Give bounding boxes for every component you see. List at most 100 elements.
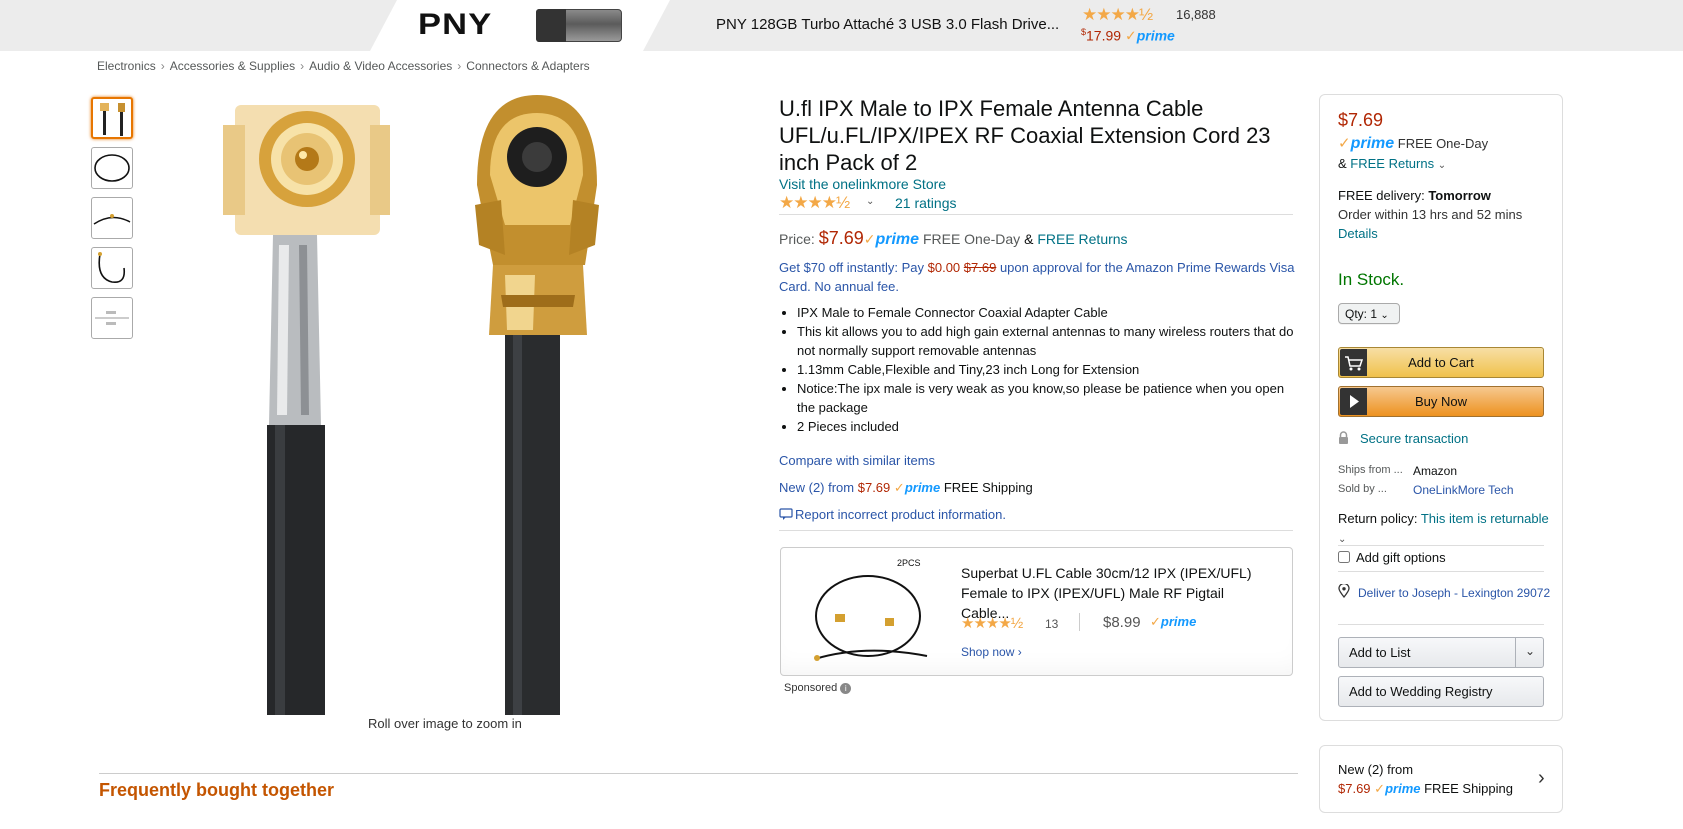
delivery-details-link[interactable]: Details <box>1338 226 1378 241</box>
feature-bullet: This kit allows you to add high gain ext… <box>797 322 1299 360</box>
add-to-list-button[interactable]: Add to List <box>1338 637 1544 668</box>
price-row: Price: $7.69✓prime FREE One-Day & FREE R… <box>779 228 1128 249</box>
ad-brand-logo: PNY <box>418 8 493 41</box>
sponsored-rating-count[interactable]: 13 <box>1045 617 1058 631</box>
thumbnail-2[interactable] <box>91 147 133 189</box>
delivery-day: Tomorrow <box>1428 188 1491 203</box>
add-to-cart-label: Add to Cart <box>1408 355 1474 370</box>
compare-link[interactable]: Compare with similar items <box>779 453 935 468</box>
secure-transaction-link[interactable]: Secure transaction <box>1360 431 1468 446</box>
sponsored-product-image[interactable]: 2PCS <box>805 554 930 669</box>
free-shipping-label: FREE Shipping <box>1424 781 1513 796</box>
seller-link[interactable]: OneLinkMore Tech <box>1413 483 1514 497</box>
feature-bullets: IPX Male to Female Connector Coaxial Ada… <box>779 303 1299 436</box>
ad-price: $17.99 ✓prime <box>1081 27 1175 45</box>
feature-bullet: Notice:The ipx male is very weak as you … <box>797 379 1299 417</box>
other-sellers-box[interactable] <box>1319 745 1563 813</box>
return-policy-link[interactable]: This item is returnable <box>1421 511 1549 526</box>
amp-text: & <box>1338 156 1351 171</box>
sold-by-label: Sold by ... <box>1338 483 1387 495</box>
prime-logo: prime <box>1350 135 1395 152</box>
chevron-down-icon[interactable]: ⌄ <box>1438 160 1446 171</box>
add-to-list-dropdown[interactable]: ⌄ <box>1515 637 1544 668</box>
breadcrumb-item-audio-video[interactable]: Audio & Video Accessories <box>309 59 452 73</box>
report-link[interactable]: Report incorrect product information. <box>779 507 1006 522</box>
gift-options-checkbox[interactable] <box>1338 551 1350 563</box>
ad-price-value: 17.99 <box>1086 27 1122 44</box>
delivery-label: FREE delivery: <box>1338 188 1429 203</box>
add-to-wedding-registry-button[interactable]: Add to Wedding Registry <box>1338 676 1544 707</box>
chevron-down-icon[interactable]: ⌄ <box>1338 534 1346 545</box>
breadcrumb-separator: › <box>457 59 462 73</box>
chevron-down-icon[interactable]: ⌄ <box>866 196 874 207</box>
sponsored-label[interactable]: Sponsored i <box>784 682 852 694</box>
free-one-day-label: FREE One-Day <box>922 231 1021 247</box>
free-returns-link[interactable]: FREE Returns <box>1037 231 1127 247</box>
cart-icon <box>1340 349 1367 376</box>
thumbnail-1[interactable] <box>91 97 133 139</box>
new-from-label[interactable]: New (2) from <box>779 480 858 495</box>
feature-bullet: 2 Pieces included <box>797 417 1299 436</box>
thumbnail-image-loop <box>98 252 126 284</box>
card-promo[interactable]: Get $70 off instantly: Pay $0.00 $7.69 u… <box>779 258 1299 296</box>
report-link-label[interactable]: Report incorrect product information. <box>795 507 1006 522</box>
deliver-to-link[interactable]: Deliver to Joseph - Lexington 29072 <box>1358 584 1553 602</box>
thumbnail-image-cable <box>93 214 131 225</box>
comment-icon <box>779 508 793 520</box>
sponsored-image-caption: 2PCS <box>897 558 921 568</box>
main-product-image[interactable] <box>215 95 700 715</box>
thumbnail-5[interactable] <box>91 297 133 339</box>
promo-was-price: $7.69 <box>963 260 997 275</box>
free-returns-link[interactable]: FREE Returns <box>1350 156 1434 171</box>
new-from-offer[interactable]: New (2) from $7.69 ✓prime FREE Shipping <box>779 480 1033 496</box>
other-sellers-label[interactable]: New (2) from <box>1338 762 1413 777</box>
ratings-link[interactable]: 21 ratings <box>895 195 956 211</box>
thumbnail-3[interactable] <box>91 197 133 239</box>
ships-from-value: Amazon <box>1413 464 1458 478</box>
prime-check-icon: ✓ <box>893 480 905 495</box>
promo-text-start: Get $70 off instantly: Pay <box>779 260 928 275</box>
store-link[interactable]: Visit the onelinkmore Store <box>779 176 946 192</box>
divider <box>1338 571 1544 572</box>
buy-now-button[interactable]: Buy Now <box>1338 386 1544 417</box>
add-to-cart-button[interactable]: Add to Cart <box>1338 347 1544 378</box>
product-title: U.fl IPX Male to IPX Female Antenna Cabl… <box>779 96 1271 175</box>
ad-rating-count[interactable]: 16,888 <box>1176 7 1216 22</box>
chevron-down-icon: ⌄ <box>1524 644 1536 658</box>
thumbnail-image-coil <box>94 154 130 182</box>
buy-now-label: Buy Now <box>1414 394 1468 409</box>
star-rating-icon[interactable]: ★★★★½ <box>779 193 850 213</box>
ad-star-rating-icon[interactable]: ★★★★½ <box>1082 5 1153 25</box>
breadcrumb-separator: › <box>300 59 305 73</box>
zoom-hint: Roll over image to zoom in <box>368 716 522 731</box>
sponsored-prime: ✓prime <box>1150 614 1196 630</box>
prime-check-icon: ✓ <box>863 231 876 247</box>
prime-check-icon: ✓ <box>1338 135 1351 152</box>
buybox-prime-delivery: ✓prime FREE One-Day <box>1338 134 1488 153</box>
sponsored-star-rating-icon[interactable]: ★★★★½ <box>961 614 1023 632</box>
breadcrumb-item-connectors[interactable]: Connectors & Adapters <box>466 59 589 73</box>
prime-logo: prime <box>1136 27 1175 44</box>
quantity-select[interactable]: Qty: 1 ⌄ <box>1338 303 1400 324</box>
quantity-value: Qty: 1 <box>1345 307 1378 321</box>
shop-now-link[interactable]: Shop now › <box>961 645 1022 659</box>
feature-bullet: IPX Male to Female Connector Coaxial Ada… <box>797 303 1299 322</box>
delivery-info: FREE delivery: Tomorrow <box>1338 188 1491 203</box>
product-price: $7.69 <box>818 228 864 248</box>
ad-product-title[interactable]: PNY 128GB Turbo Attaché 3 USB 3.0 Flash … <box>716 16 1059 33</box>
divider <box>1338 624 1544 625</box>
cart-icon-glyph <box>1345 356 1364 371</box>
gift-options[interactable]: Add gift options <box>1338 550 1446 565</box>
buybox-returns[interactable]: & FREE Returns ⌄ <box>1338 156 1446 171</box>
stock-status: In Stock. <box>1338 270 1405 289</box>
info-icon[interactable]: i <box>840 683 852 694</box>
prime-logo: prime <box>904 480 941 495</box>
chevron-right-icon[interactable]: › <box>1538 767 1545 790</box>
thumbnail-image-diagram <box>95 311 129 325</box>
prime-check-icon: ✓ <box>1124 27 1137 44</box>
breadcrumb-item-electronics[interactable]: Electronics <box>97 59 156 73</box>
play-icon <box>1340 388 1367 415</box>
breadcrumb-item-accessories[interactable]: Accessories & Supplies <box>170 59 295 73</box>
gift-options-label[interactable]: Add gift options <box>1356 550 1446 565</box>
thumbnail-4[interactable] <box>91 247 133 289</box>
